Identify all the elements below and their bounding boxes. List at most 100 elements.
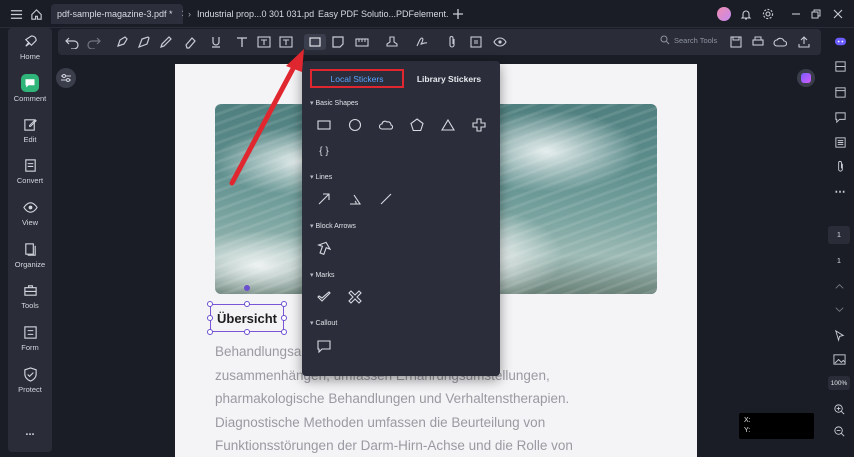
shape-icon[interactable]	[304, 34, 326, 50]
gear-icon[interactable]	[760, 6, 776, 22]
highlight-icon[interactable]	[114, 34, 130, 50]
select-cursor-icon[interactable]	[831, 327, 847, 343]
resize-handle[interactable]	[207, 329, 213, 335]
attachment-icon[interactable]	[444, 34, 460, 50]
comment-list-icon[interactable]	[468, 34, 484, 50]
resize-handle[interactable]	[244, 329, 250, 335]
total-pages: 1	[836, 256, 842, 265]
resize-handle[interactable]	[207, 315, 213, 321]
zoom-level[interactable]: 100%	[828, 376, 850, 390]
resize-handle[interactable]	[281, 329, 287, 335]
toolbox-icon	[23, 285, 37, 296]
tab-library-stickers[interactable]: Library Stickers	[414, 69, 484, 88]
undo-icon[interactable]	[64, 34, 80, 50]
image-icon[interactable]	[831, 351, 847, 367]
checkmark-icon[interactable]	[316, 289, 332, 305]
sidebar-item-label: Edit	[23, 135, 37, 144]
avatar[interactable]	[716, 6, 732, 22]
properties-icon[interactable]	[832, 58, 848, 74]
measure-icon[interactable]	[354, 34, 370, 50]
rotate-handle[interactable]	[244, 285, 250, 291]
sidebar-item-label: View	[21, 218, 39, 227]
resize-handle[interactable]	[207, 301, 213, 307]
circle-icon[interactable]	[347, 117, 363, 133]
textbox-icon[interactable]	[256, 34, 272, 50]
signature-icon[interactable]	[414, 34, 430, 50]
left-sidebar: Home Comment Edit Convert View Organize …	[8, 28, 52, 452]
more-button[interactable]: ...	[8, 426, 52, 438]
tab-local-stickers[interactable]: Local Stickers	[310, 69, 404, 88]
attachments-icon[interactable]	[832, 158, 848, 174]
close-icon[interactable]	[830, 6, 846, 22]
eraser-icon[interactable]	[182, 34, 198, 50]
eye-icon[interactable]	[492, 34, 508, 50]
ai-icon[interactable]	[832, 33, 848, 49]
sidebar-item-view[interactable]: View	[8, 200, 52, 227]
text-line: pharmakologische Behandlungen und Verhal…	[215, 391, 570, 406]
line-icon[interactable]	[378, 191, 394, 207]
triangle-icon[interactable]	[440, 117, 456, 133]
sidebar-item-tools[interactable]: Tools	[8, 283, 52, 310]
sidebar-item-form[interactable]: Form	[8, 325, 52, 352]
sidebar-item-edit[interactable]: Edit	[8, 117, 52, 144]
organize-icon	[24, 243, 36, 256]
home-icon[interactable]	[28, 6, 44, 22]
share-icon[interactable]	[796, 34, 812, 50]
x-mark-icon[interactable]	[347, 289, 363, 305]
tab-label: pdf-sample-magazine-3.pdf *	[57, 9, 173, 19]
area-highlight-icon[interactable]	[136, 34, 152, 50]
minimize-icon[interactable]	[788, 6, 804, 22]
angle-line-icon[interactable]	[347, 191, 363, 207]
page-down-icon[interactable]	[831, 301, 847, 317]
bell-icon[interactable]	[738, 6, 754, 22]
print-icon[interactable]	[750, 34, 766, 50]
tab-pdf-sample[interactable]: pdf-sample-magazine-3.pdf * ✕	[51, 4, 183, 24]
sidebar-item-home[interactable]: Home	[8, 34, 52, 61]
comment-icon	[21, 74, 39, 92]
sticky-note-icon[interactable]	[330, 34, 346, 50]
restore-icon[interactable]	[808, 6, 824, 22]
cloud-upload-icon[interactable]	[772, 34, 788, 50]
text-icon[interactable]	[234, 34, 250, 50]
close-tab-icon[interactable]: ✕	[181, 9, 183, 20]
resize-handle[interactable]	[281, 301, 287, 307]
settings-toggle-icon[interactable]	[56, 68, 76, 88]
current-page: 1	[836, 230, 842, 239]
new-tab-icon[interactable]	[450, 6, 466, 22]
rectangle-icon[interactable]	[316, 117, 332, 133]
text-callout-icon[interactable]	[278, 34, 294, 50]
callout-icon[interactable]	[316, 338, 332, 354]
braces-icon[interactable]: { }	[316, 143, 332, 159]
tab-easy-pdf[interactable]: Easy PDF Solutio...PDFelement.pdf *	[318, 4, 448, 24]
cross-icon[interactable]	[471, 117, 487, 133]
sidebar-item-label: Tools	[21, 301, 39, 310]
sidebar-item-convert[interactable]: Convert	[8, 158, 52, 185]
zoom-out-icon[interactable]	[831, 423, 847, 439]
zoom-in-icon[interactable]	[831, 401, 847, 417]
sidebar-item-protect[interactable]: Protect	[8, 367, 52, 394]
redo-icon[interactable]	[86, 34, 102, 50]
more-icon[interactable]: ⋯	[832, 183, 848, 199]
resize-handle[interactable]	[281, 315, 287, 321]
menu-icon[interactable]	[8, 6, 24, 22]
sidebar-item-organize[interactable]: Organize	[8, 242, 52, 269]
pages-icon[interactable]	[832, 84, 848, 100]
arrow-line-icon[interactable]	[316, 191, 332, 207]
pencil-icon[interactable]	[158, 34, 174, 50]
comments-panel-icon[interactable]	[832, 109, 848, 125]
sidebar-item-comment[interactable]: Comment	[8, 74, 52, 103]
search-tools[interactable]: Search Tools	[660, 35, 717, 45]
ai-assistant-icon[interactable]	[797, 69, 815, 87]
selected-text-box[interactable]: Übersicht	[210, 304, 284, 332]
save-icon[interactable]	[728, 34, 744, 50]
pentagon-icon[interactable]	[409, 117, 425, 133]
tab-industrial[interactable]: › Industrial prop...0 301 031.pdf *	[188, 4, 314, 24]
page-up-icon[interactable]	[831, 278, 847, 294]
stamp-icon[interactable]	[384, 34, 400, 50]
underline-icon[interactable]	[208, 34, 224, 50]
resize-handle[interactable]	[244, 301, 250, 307]
cloud-icon[interactable]	[378, 117, 394, 133]
form-icon	[23, 326, 37, 339]
block-arrow-icon[interactable]	[316, 240, 332, 256]
outline-icon[interactable]	[832, 134, 848, 150]
